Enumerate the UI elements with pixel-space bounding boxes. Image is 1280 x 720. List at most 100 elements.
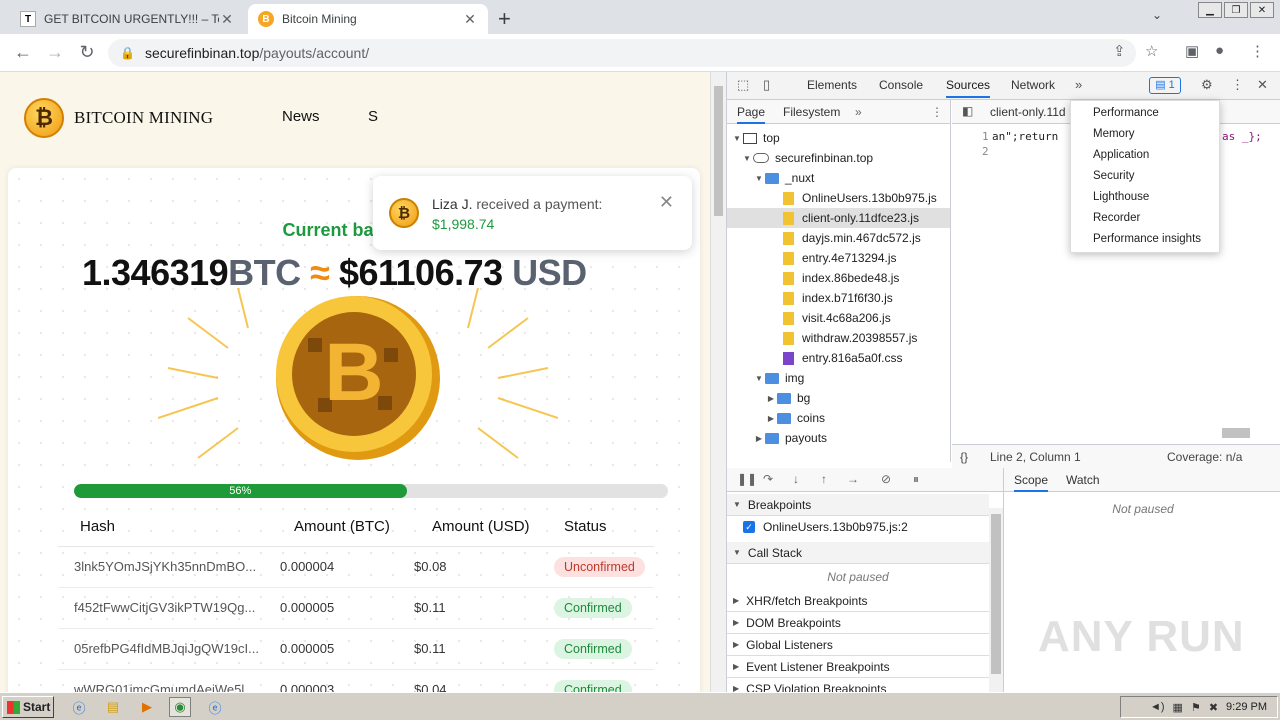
new-tab-plus-icon[interactable]: + (498, 6, 511, 32)
menu-item[interactable]: Memory (1093, 128, 1135, 140)
back-arrow-icon[interactable]: ← (12, 42, 34, 63)
toggle-navigator-icon[interactable]: ◧ (962, 104, 973, 118)
tree-item-file[interactable]: client-only.11dfce23.js (727, 208, 950, 228)
restore-icon[interactable]: ❐ (1224, 2, 1248, 18)
internet-explorer-icon[interactable]: ⓔ (68, 697, 90, 717)
minimize-icon[interactable]: ▁ (1198, 2, 1222, 18)
site-logo[interactable]: ₿ BITCOIN MINING (24, 98, 213, 138)
devtools-menu-icon[interactable]: ⋮ (1231, 77, 1244, 93)
debugger-section[interactable]: ▶ Event Listener Breakpoints (727, 656, 989, 678)
side-panel-icon[interactable]: ▣ (1185, 42, 1199, 60)
tree-item-file[interactable]: entry.4e713294.js (727, 248, 950, 268)
tree-item-file[interactable]: index.b71f6f30.js (727, 288, 950, 308)
edge-icon[interactable]: ⓔ (204, 697, 226, 717)
tab-watch[interactable]: Watch (1066, 473, 1100, 487)
settings-gear-icon[interactable]: ⚙ (1201, 77, 1213, 93)
menu-item[interactable]: Recorder (1093, 212, 1140, 224)
issues-badge[interactable]: ▤ 1 (1149, 77, 1181, 94)
tree-item-payouts[interactable]: ▶ payouts (727, 428, 950, 448)
tree-item-bg[interactable]: ▶ bg (727, 388, 950, 408)
debugger-section[interactable]: ▶ XHR/fetch Breakpoints (727, 590, 989, 612)
editor-horizontal-scrollbar[interactable] (952, 424, 1280, 440)
tree-item-top[interactable]: ▼ top (727, 128, 950, 148)
code-line-1-end[interactable]: as _}; (1222, 130, 1262, 143)
profile-avatar-icon[interactable]: ● (1215, 42, 1224, 59)
tree-item-file[interactable]: entry.816a5a0f.css (727, 348, 950, 368)
step-icon[interactable]: → (847, 472, 859, 486)
more-chevron-icon[interactable]: » (855, 105, 862, 119)
tree-item-nuxt[interactable]: ▼ _nuxt (727, 168, 950, 188)
tab-sources[interactable]: Sources (946, 78, 991, 98)
volume-icon[interactable]: ◄) (1150, 701, 1165, 713)
tab-filesystem[interactable]: Filesystem (783, 105, 840, 119)
page-scrollbar[interactable] (710, 72, 726, 692)
tree-item-coins[interactable]: ▶ coins (727, 408, 950, 428)
tab-page[interactable]: Page (737, 105, 766, 124)
pretty-print-icon[interactable]: {} (960, 450, 968, 464)
menu-item[interactable]: Lighthouse (1093, 191, 1149, 203)
pause-on-exceptions-icon[interactable]: ⏸ (913, 472, 919, 487)
tab-search-chevron-icon[interactable]: ⌄ (1152, 8, 1162, 22)
step-out-icon[interactable]: ↑ (821, 472, 827, 486)
alert-icon[interactable]: ✖ (1209, 701, 1218, 714)
tree-item-host[interactable]: ▼ securefinbinan.top (727, 148, 950, 168)
nav-link-partial[interactable]: S (368, 108, 378, 125)
close-icon[interactable]: ✕ (462, 11, 478, 28)
tab-elements[interactable]: Elements (807, 78, 857, 92)
tab-network[interactable]: Network (1011, 78, 1055, 92)
address-bar[interactable]: 🔒 securefinbinan.top/payouts/account/ (108, 39, 1136, 67)
js-file-icon (783, 211, 794, 225)
menu-item[interactable]: Performance (1093, 107, 1159, 119)
breakpoints-section[interactable]: ▼ Breakpoints (727, 494, 989, 516)
tree-item-img[interactable]: ▼ img (727, 368, 950, 388)
scrollbar-thumb[interactable] (1222, 428, 1250, 438)
scrollbar-thumb[interactable] (991, 514, 1001, 674)
device-toolbar-icon[interactable]: ▯ (763, 77, 770, 93)
forward-arrow-icon[interactable]: → (44, 42, 66, 63)
menu-item[interactable]: Security (1093, 170, 1135, 182)
share-icon[interactable]: ⇪ (1113, 42, 1126, 60)
window-close-icon[interactable]: ✕ (1250, 2, 1274, 18)
media-player-icon[interactable]: ▶ (136, 697, 158, 717)
tree-item-file[interactable]: OnlineUsers.13b0b975.js (727, 188, 950, 208)
reload-icon[interactable]: ↻ (76, 42, 98, 63)
file-explorer-icon[interactable]: ▤ (102, 697, 124, 717)
tab-telegraph[interactable]: T GET BITCOIN URGENTLY!!! – Telegra ✕ (10, 4, 245, 34)
call-stack-section[interactable]: ▼ Call Stack (727, 542, 989, 564)
tab-scope[interactable]: Scope (1014, 473, 1049, 492)
network-icon[interactable]: ▦ (1173, 701, 1183, 714)
tree-item-file[interactable]: dayjs.min.467dc572.js (727, 228, 950, 248)
step-into-icon[interactable]: ↓ (793, 472, 799, 486)
inspect-element-icon[interactable]: ⬚ (737, 77, 749, 93)
tab-console[interactable]: Console (879, 78, 923, 92)
editor-file-tab[interactable]: client-only.11d (990, 105, 1066, 119)
lock-icon[interactable]: 🔒 (120, 46, 135, 60)
tree-item-file[interactable]: index.86bede48.js (727, 268, 950, 288)
debugger-scrollbar[interactable] (989, 508, 1003, 692)
bookmark-star-icon[interactable]: ☆ (1145, 42, 1158, 60)
menu-item[interactable]: Performance insights (1093, 233, 1201, 245)
menu-item[interactable]: Application (1093, 149, 1149, 161)
checkbox-checked-icon[interactable]: ✓ (743, 521, 755, 533)
close-icon[interactable]: ✕ (219, 11, 235, 28)
nav-link-news[interactable]: News (282, 108, 320, 125)
close-icon[interactable]: ✕ (659, 192, 674, 213)
scrollbar-thumb[interactable] (714, 86, 723, 216)
deactivate-breakpoints-icon[interactable]: ⊘ (881, 472, 891, 486)
code-line-1[interactable]: an";return (992, 130, 1058, 143)
chrome-icon[interactable]: ◉ (169, 697, 191, 717)
tree-item-file[interactable]: withdraw.20398557.js (727, 328, 950, 348)
step-over-icon[interactable]: ↷ (763, 472, 773, 486)
start-button[interactable]: Start (2, 696, 54, 718)
navigator-menu-icon[interactable]: ⋮ (931, 105, 943, 119)
pause-icon[interactable]: ❚❚ (737, 472, 757, 486)
close-devtools-icon[interactable]: ✕ (1257, 77, 1268, 93)
tree-item-file[interactable]: visit.4c68a206.js (727, 308, 950, 328)
debugger-section[interactable]: ▶ Global Listeners (727, 634, 989, 656)
breakpoint-item[interactable]: ✓ OnlineUsers.13b0b975.js:2 (743, 520, 1005, 534)
tab-bitcoin-mining[interactable]: B Bitcoin Mining ✕ (248, 4, 488, 34)
browser-menu-icon[interactable]: ⋮ (1250, 42, 1265, 60)
security-icon[interactable]: ⚑ (1191, 701, 1201, 714)
debugger-section[interactable]: ▶ DOM Breakpoints (727, 612, 989, 634)
more-tabs-chevron-icon[interactable]: » (1075, 77, 1082, 92)
